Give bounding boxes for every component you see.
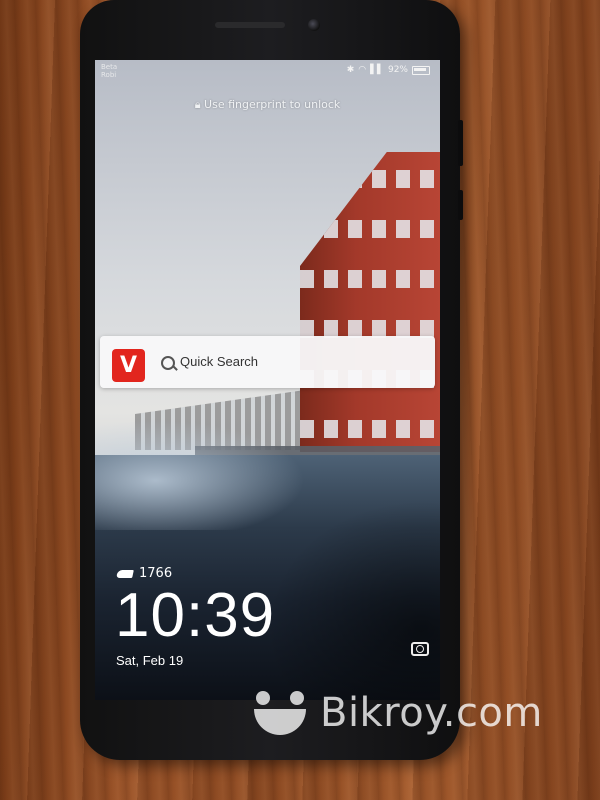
clock-date: Sat, Feb 19 [116, 653, 184, 668]
quick-search-bar[interactable]: V Quick Search [100, 336, 435, 388]
signal-icon: ▌▌ [370, 65, 384, 75]
fingerprint-hint: 🔒︎ Use fingerprint to unlock [95, 98, 440, 112]
carrier-line-1: Beta [101, 63, 118, 71]
lock-screen: Beta Robi ✱ ◠ ▌▌ 92% 🔒︎ Use fingerprint … [95, 60, 440, 700]
power-button [458, 190, 463, 220]
lock-icon: 🔒︎ [194, 98, 201, 111]
battery-icon [412, 65, 430, 75]
search-icon [161, 356, 175, 370]
volume-button [458, 120, 463, 166]
photo-shadow [265, 500, 440, 700]
app-logo-icon[interactable]: V [112, 349, 145, 382]
status-bar: Beta Robi ✱ ◠ ▌▌ 92% [95, 60, 440, 82]
step-count: 1766 [139, 566, 173, 581]
camera-icon[interactable] [411, 642, 429, 656]
status-icons: ✱ ◠ ▌▌ 92% [347, 65, 430, 75]
clock-time: 10:39 [115, 581, 276, 650]
carrier-line-2: Robi [101, 71, 117, 79]
bluetooth-icon: ✱ [346, 65, 355, 75]
battery-percent: 92% [387, 65, 408, 75]
earpiece [215, 22, 285, 28]
photo-scene: Beta Robi ✱ ◠ ▌▌ 92% 🔒︎ Use fingerprint … [0, 0, 600, 800]
shoe-icon [116, 569, 134, 578]
watermark-text: Bikroy.com [320, 690, 543, 736]
carrier-name: Beta Robi [101, 63, 117, 79]
quick-search-placeholder[interactable]: Quick Search [180, 354, 258, 369]
front-camera [308, 19, 320, 31]
wifi-icon: ◠ [358, 65, 367, 75]
fingerprint-hint-text: Use fingerprint to unlock [204, 98, 341, 111]
watermark-logo-icon [250, 691, 310, 735]
step-counter: 1766 [116, 566, 173, 581]
site-watermark: Bikroy.com [250, 690, 543, 736]
